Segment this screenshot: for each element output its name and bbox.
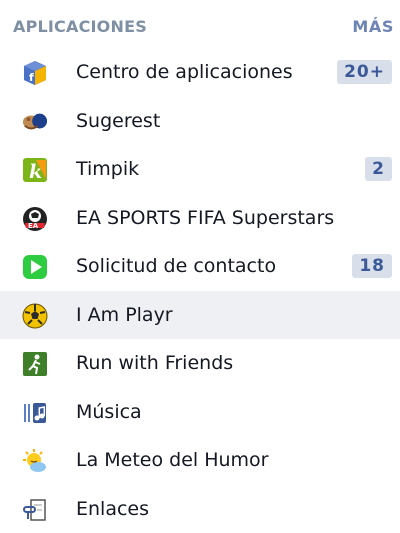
list-item-sugerest[interactable]: Sugerest [0, 97, 400, 146]
item-label: La Meteo del Humor [76, 449, 269, 471]
list-item-i-am-playr[interactable]: I Am Playr [0, 291, 400, 340]
sugerest-icon [22, 109, 48, 135]
apps-sidebar: APLICACIONES MÁS f Centro de aplicacione… [0, 0, 400, 516]
apps-list: f Centro de aplicaciones 20+ Sugerest [0, 48, 400, 533]
weather-humor-icon [22, 448, 48, 474]
list-item-contact-request[interactable]: Solicitud de contacto 18 [0, 242, 400, 291]
svg-text:EA: EA [28, 222, 39, 230]
item-label: Run with Friends [76, 352, 233, 374]
svg-text:f: f [29, 71, 34, 84]
timpik-icon: k [22, 157, 48, 183]
item-label: Solicitud de contacto [76, 255, 276, 277]
notification-badge: 18 [352, 254, 392, 278]
item-label: Música [76, 401, 142, 423]
svg-text:k: k [29, 161, 42, 183]
apps-header: APLICACIONES MÁS [0, 0, 400, 48]
item-label: I Am Playr [76, 304, 173, 326]
more-link[interactable]: MÁS [352, 17, 394, 36]
item-label: EA SPORTS FIFA Superstars [76, 207, 334, 229]
notification-badge: 2 [365, 157, 392, 181]
music-icon [22, 400, 48, 426]
item-label: Enlaces [76, 498, 149, 520]
item-label: Timpik [76, 158, 139, 180]
list-item-links[interactable]: Enlaces [0, 485, 400, 533]
list-item-weather-humor[interactable]: La Meteo del Humor [0, 436, 400, 485]
i-am-playr-icon [22, 303, 48, 329]
item-label: Centro de aplicaciones [76, 61, 293, 83]
ea-sports-icon: EA [22, 206, 48, 232]
section-title: APLICACIONES [13, 17, 147, 36]
list-item-ea-sports[interactable]: EA EA SPORTS FIFA Superstars [0, 194, 400, 243]
contact-request-icon [22, 254, 48, 280]
run-with-friends-icon [22, 351, 48, 377]
item-label: Sugerest [76, 110, 160, 132]
list-item-music[interactable]: Música [0, 388, 400, 437]
list-item-run-with-friends[interactable]: Run with Friends [0, 339, 400, 388]
list-item-app-center[interactable]: f Centro de aplicaciones 20+ [0, 48, 400, 97]
links-icon [22, 497, 48, 523]
app-center-icon: f [22, 60, 48, 86]
notification-badge: 20+ [337, 60, 392, 84]
list-item-timpik[interactable]: k Timpik 2 [0, 145, 400, 194]
